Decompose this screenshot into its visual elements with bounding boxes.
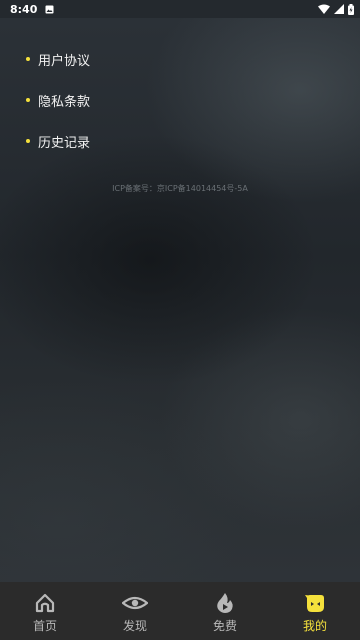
bottom-tab-bar: 首页 发现 免费 我的: [0, 582, 360, 640]
icp-license-text: ICP备案号：京ICP备14014454号-5A: [112, 184, 248, 193]
home-icon: [35, 593, 55, 613]
flame-play-icon: [217, 593, 233, 613]
tab-free[interactable]: 免费: [180, 582, 270, 640]
profile-face-icon: [305, 595, 324, 612]
bullet-dot: [26, 57, 30, 61]
menu-item-label: 隐私条款: [38, 95, 91, 110]
menu-item-user-agreement[interactable]: 用户协议: [24, 50, 90, 91]
signal-icon: [334, 4, 344, 14]
tab-home[interactable]: 首页: [0, 582, 90, 640]
eye-icon: [122, 596, 148, 610]
bullet-dot: [26, 98, 30, 102]
menu-item-privacy-policy[interactable]: 隐私条款: [24, 91, 90, 132]
menu-item-label: 历史记录: [38, 136, 91, 151]
tab-mine-label: 我的: [302, 619, 327, 633]
tab-free-label: 免费: [212, 619, 237, 633]
tab-home-label: 首页: [32, 619, 57, 633]
bullet-dot: [26, 139, 30, 143]
menu-item-history[interactable]: 历史记录: [24, 132, 90, 173]
tab-discover-label: 发现: [122, 619, 147, 633]
menu-item-label: 用户协议: [38, 54, 91, 69]
status-bar: 8:40: [0, 0, 360, 18]
notification-icon: [45, 5, 54, 13]
tab-mine[interactable]: 我的: [270, 582, 360, 640]
status-time: 8:40: [10, 2, 38, 16]
wifi-icon: [318, 4, 330, 14]
settings-menu: 用户协议 隐私条款 历史记录: [24, 50, 90, 173]
battery-icon: [348, 3, 354, 15]
tab-discover[interactable]: 发现: [90, 582, 180, 640]
